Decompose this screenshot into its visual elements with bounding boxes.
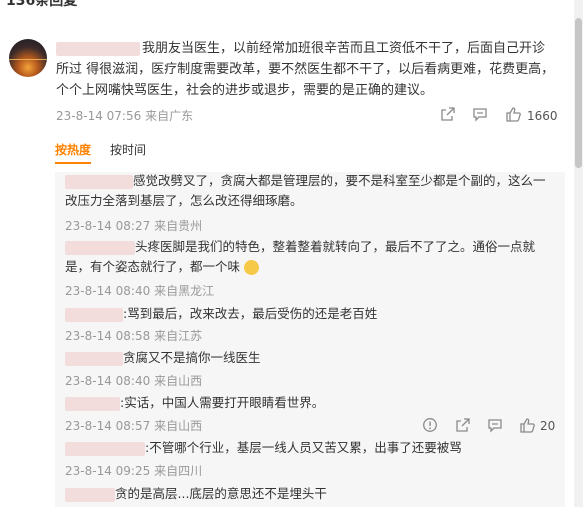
redacted-username (65, 351, 123, 366)
main-comment: 我朋友当医生，以前经常加班很辛苦而且工资低不干了，后面自己开诊所过 得很滋润，医… (56, 38, 556, 101)
scrollbar-thumb[interactable] (575, 18, 582, 168)
reply-text: 贪腐又不是搞你一线医生 (65, 348, 555, 368)
sort-tabs: 按热度 按时间 (55, 141, 146, 164)
reply-meta: 23-8-14 09:25 来自四川 (65, 464, 203, 478)
comment-icon[interactable] (472, 106, 488, 122)
redacted-username (65, 441, 145, 456)
tab-sort-by-time[interactable]: 按时间 (110, 141, 146, 158)
report-icon[interactable] (422, 417, 438, 433)
reply-text: :骂到最后，改来改去，最后受伤的还是老百姓 (65, 304, 555, 324)
main-like-count: 1660 (527, 109, 558, 123)
reply-meta: 23-8-14 08:27 来自贵州 (65, 219, 203, 233)
main-comment-date: 23-8-14 07:56 (56, 109, 142, 123)
reply-meta: 23-8-14 08:58 来自江苏 (65, 329, 203, 343)
redacted-username (65, 396, 120, 411)
share-icon[interactable] (440, 106, 456, 122)
redacted-username (65, 240, 135, 255)
main-comment-location: 来自广东 (145, 109, 194, 123)
like-icon[interactable] (505, 106, 522, 122)
reply-text: 头疼医脚是我们的特色，整着整着就转向了，最后不了了之。通俗一点就是，有个姿态就行… (65, 239, 536, 275)
reply-meta: 23-8-14 08:57 来自山西 (65, 419, 203, 433)
share-icon[interactable] (455, 417, 471, 433)
reply-meta: 23-8-14 08:40 来自山西 (65, 374, 203, 388)
redacted-username (65, 174, 133, 189)
page-header: 136条回复 (0, 0, 583, 10)
reply-list: 感觉改劈叉了，贪腐大都是管理层的，要不是科室至少都是个副的，这么一改压力全落到基… (55, 172, 565, 507)
reply-like-count: 20 (540, 419, 556, 433)
emoji-icon (244, 260, 259, 275)
reply-text: :实话，中国人需要打开眼睛看世界。 (65, 393, 555, 413)
like-icon[interactable] (519, 417, 536, 433)
reply-meta: 23-8-14 08:40 来自黑龙江 (65, 284, 215, 298)
redacted-username (65, 307, 123, 322)
reply-text: 感觉改劈叉了，贪腐大都是管理层的，要不是科室至少都是个副的，这么一改压力全落到基… (65, 173, 546, 208)
reply-text: :不管哪个行业，基层一线人员又苦又累，出事了还要被骂 (65, 438, 555, 458)
redacted-username (65, 487, 115, 502)
comment-icon[interactable] (487, 417, 503, 433)
main-comment-meta: 23-8-14 07:56 来自广东 (56, 107, 193, 124)
reply-text: 贪的是高层...底层的意思还不是埋头干 (65, 484, 555, 504)
avatar[interactable] (9, 39, 47, 77)
page-title: 136条回复 (6, 0, 78, 9)
tab-sort-by-heat[interactable]: 按热度 (55, 141, 91, 164)
scrollbar[interactable] (574, 0, 583, 507)
redacted-username (56, 41, 140, 56)
